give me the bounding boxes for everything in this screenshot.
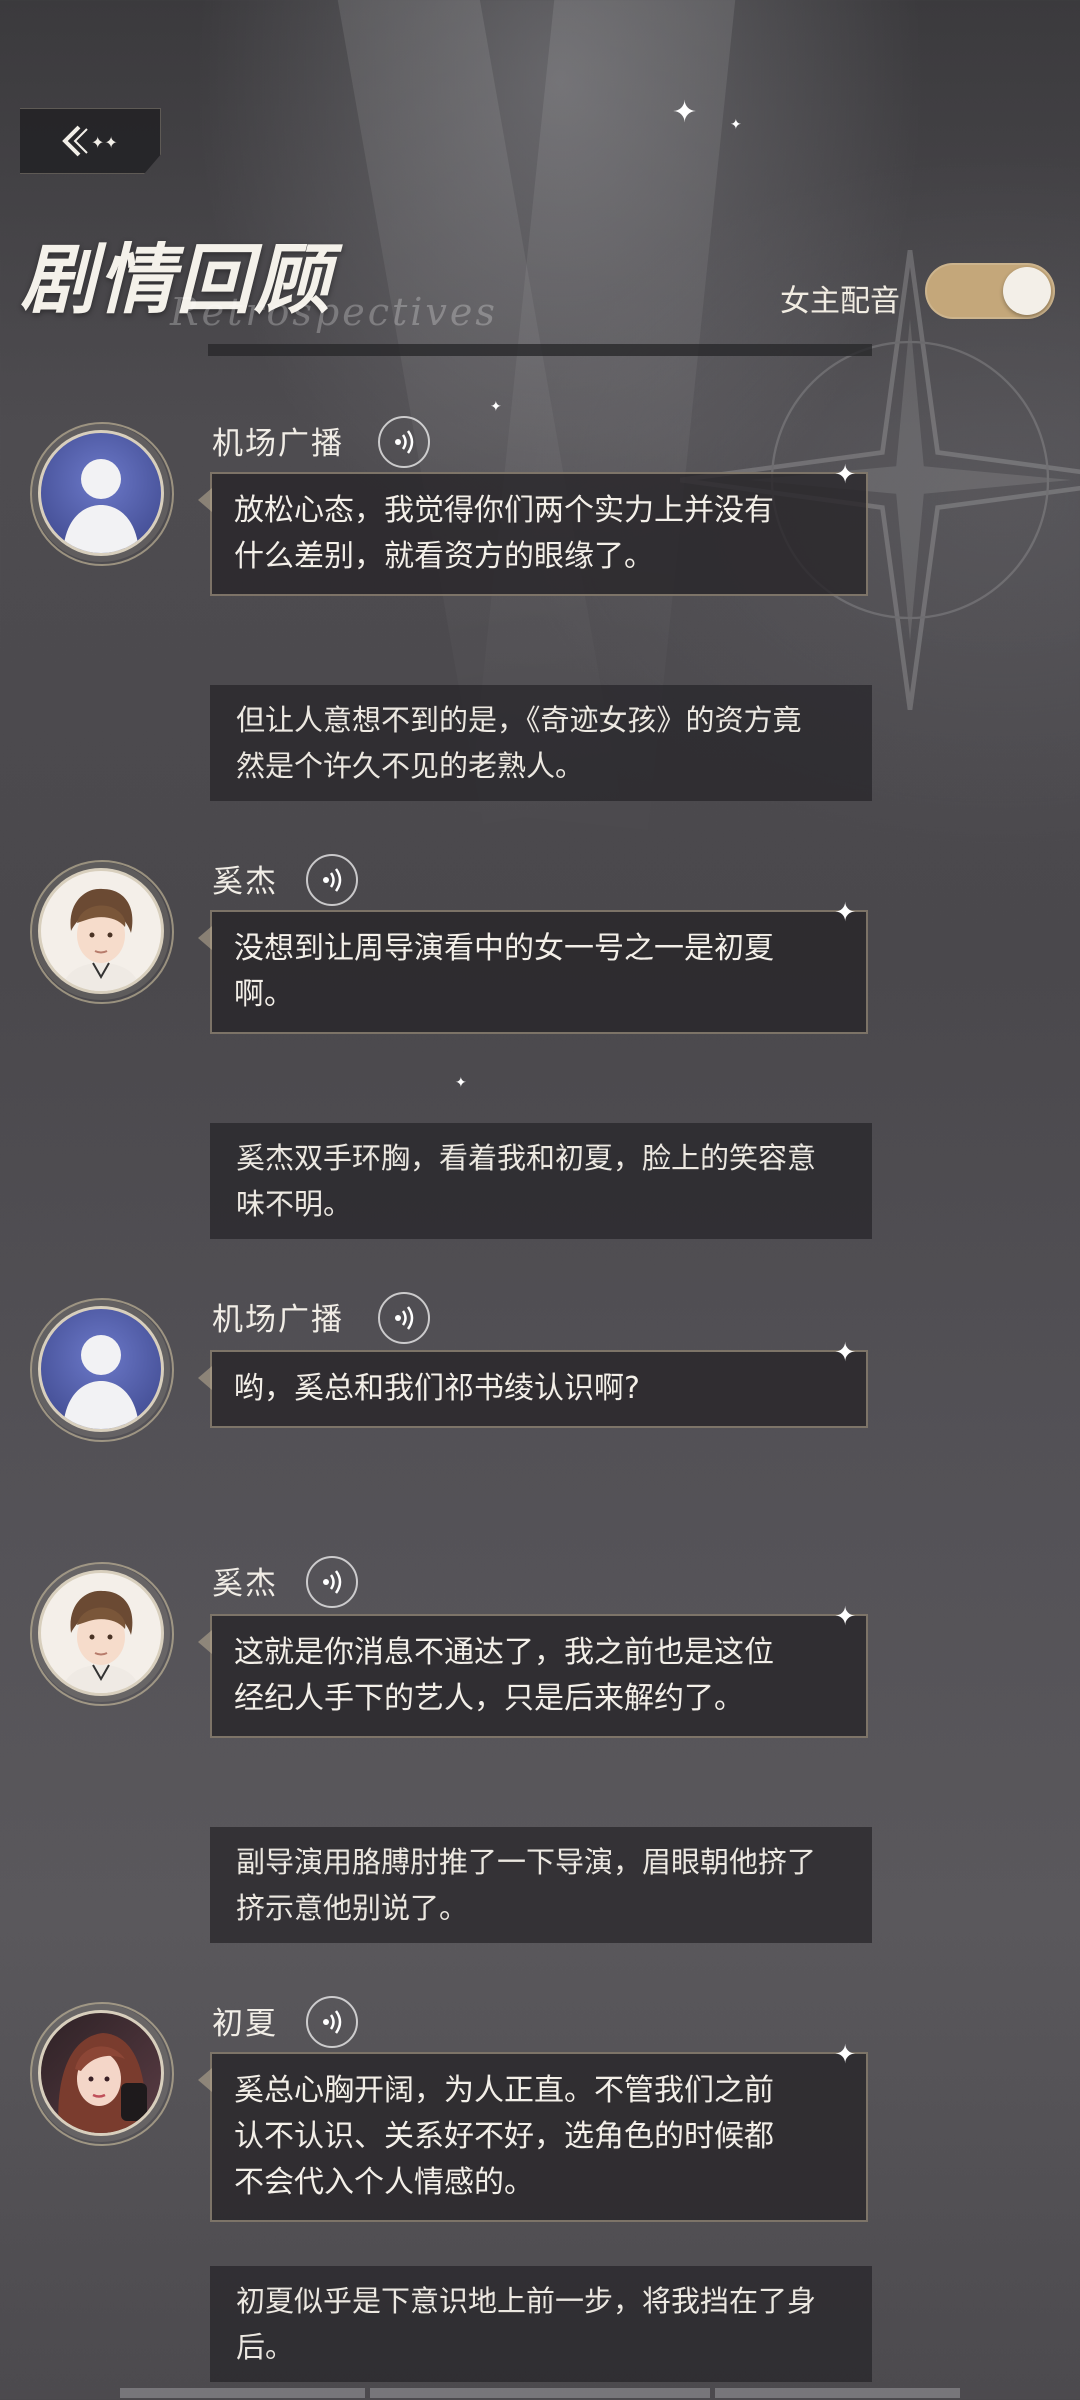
voice-play-button[interactable] bbox=[378, 416, 430, 468]
narration-line: 然是个许久不见的老熟人。 bbox=[236, 749, 585, 783]
sparkle-icon: ✦ bbox=[834, 1602, 856, 1632]
dialogue-line: 奚总心胸开阔，为人正直。不管我们之前 bbox=[234, 2073, 774, 2108]
scroll-indicator bbox=[715, 2388, 960, 2398]
voice-play-button[interactable] bbox=[306, 1556, 358, 1608]
voice-toggle[interactable] bbox=[925, 263, 1055, 319]
narration-line: 副导演用胳膊肘推了一下导演，眉眼朝他挤了 bbox=[236, 1845, 817, 1879]
scroll-indicator bbox=[370, 2388, 710, 2398]
svg-text:✦✦: ✦✦ bbox=[91, 133, 118, 152]
dialogue-line: 经纪人手下的艺人，只是后来解约了。 bbox=[234, 1681, 744, 1716]
sound-wave-icon bbox=[323, 1570, 342, 1594]
voice-play-button[interactable] bbox=[378, 1292, 430, 1344]
narration-block: 但让人意想不到的是，《奇迹女孩》的资方竟 然是个许久不见的老熟人。 bbox=[210, 685, 872, 801]
toggle-knob bbox=[1003, 267, 1051, 315]
dialogue-line: 认不认识、关系好不好，选角色的时候都 bbox=[234, 2119, 774, 2154]
sparkle-icon: ✦ bbox=[834, 1338, 856, 1368]
back-button[interactable]: ✦✦ bbox=[20, 108, 161, 174]
sparkle-decoration: ✦ bbox=[490, 399, 502, 415]
back-arrow-icon: ✦✦ bbox=[62, 125, 118, 157]
speaker-name: 机场广播 bbox=[212, 1302, 344, 1338]
male-character-portrait bbox=[61, 888, 141, 991]
avatar-female-character bbox=[38, 2010, 164, 2136]
dialogue-bubble: ✦ 没想到让周导演看中的女一号之一是初夏 啊。 bbox=[198, 898, 868, 1034]
sound-wave-icon bbox=[395, 430, 414, 454]
silhouette-icon bbox=[63, 459, 139, 553]
dialogue-line: 啊。 bbox=[234, 977, 294, 1012]
female-character-portrait bbox=[58, 2033, 147, 2133]
narration-line: 初夏似乎是下意识地上前一步，将我挡在了身 bbox=[236, 2284, 817, 2318]
voice-play-button[interactable] bbox=[306, 854, 358, 906]
sparkle-decoration: ✦ bbox=[672, 95, 698, 130]
dialogue-bubble: ✦ 奚总心胸开阔，为人正直。不管我们之前 认不认识、关系好不好，选角色的时候都 … bbox=[198, 2040, 868, 2222]
voice-toggle-label: 女主配音 bbox=[780, 284, 900, 319]
speaker-name: 机场广播 bbox=[212, 426, 344, 462]
speaker-name: 奚杰 bbox=[212, 1566, 278, 1602]
narration-line: 但让人意想不到的是，《奇迹女孩》的资方竟 bbox=[236, 703, 802, 737]
speaker-name: 奚杰 bbox=[212, 864, 278, 900]
dialogue-line: 没想到让周导演看中的女一号之一是初夏 bbox=[234, 931, 774, 966]
avatar-silhouette bbox=[38, 1306, 164, 1432]
dialogue-line: 放松心态，我觉得你们两个实力上并没有 bbox=[234, 493, 774, 528]
dialogue-line: 哟，奚总和我们祁书绫认识啊? bbox=[234, 1371, 640, 1406]
dialogue-bubble: ✦ 哟，奚总和我们祁书绫认识啊? bbox=[198, 1338, 868, 1428]
dialogue-bubble: ✦ 放松心态，我觉得你们两个实力上并没有 什么差别，就看资方的眼缘了。 bbox=[198, 460, 868, 596]
silhouette-icon bbox=[63, 1335, 139, 1429]
sparkle-decoration: ✦ bbox=[455, 1075, 467, 1091]
dialogue-bubble: ✦ 这就是你消息不通达了，我之前也是这位 经纪人手下的艺人，只是后来解约了。 bbox=[198, 1602, 868, 1738]
narration-line: 后。 bbox=[236, 2330, 295, 2364]
dialogue-line: 这就是你消息不通达了，我之前也是这位 bbox=[234, 1635, 774, 1670]
sparkle-decoration: ✦ bbox=[730, 117, 742, 133]
dialogue-line: 什么差别，就看资方的眼缘了。 bbox=[234, 539, 654, 574]
narration-block: 初夏似乎是下意识地上前一步，将我挡在了身 后。 bbox=[210, 2266, 872, 2382]
narration-block: 奚杰双手环胸，看着我和初夏，脸上的笑容意 味不明。 bbox=[210, 1123, 872, 1239]
speaker-name: 初夏 bbox=[212, 2006, 278, 2042]
avatar-male-character bbox=[38, 868, 164, 994]
narration-line: 奚杰双手环胸，看着我和初夏，脸上的笑容意 bbox=[236, 1141, 817, 1175]
narration-block: 副导演用胳膊肘推了一下导演，眉眼朝他挤了 挤示意他别说了。 bbox=[210, 1827, 872, 1943]
sparkle-icon: ✦ bbox=[834, 2040, 856, 2070]
sparkle-icon: ✦ bbox=[834, 898, 856, 928]
voice-play-button[interactable] bbox=[306, 1996, 358, 2048]
scroll-indicator bbox=[120, 2388, 365, 2398]
sparkle-icon: ✦ bbox=[834, 460, 856, 490]
sound-wave-icon bbox=[323, 868, 342, 892]
sound-wave-icon bbox=[395, 1306, 414, 1330]
avatar-male-character bbox=[38, 1570, 164, 1696]
sound-wave-icon bbox=[323, 2010, 342, 2034]
narration-line: 挤示意他别说了。 bbox=[236, 1891, 469, 1925]
header-divider bbox=[208, 344, 872, 356]
male-character-portrait bbox=[61, 1590, 141, 1693]
narration-line: 味不明。 bbox=[236, 1187, 353, 1221]
dialogue-line: 不会代入个人情感的。 bbox=[234, 2165, 534, 2200]
page-subtitle: Retrospectives bbox=[170, 290, 498, 334]
avatar-silhouette bbox=[38, 430, 164, 556]
